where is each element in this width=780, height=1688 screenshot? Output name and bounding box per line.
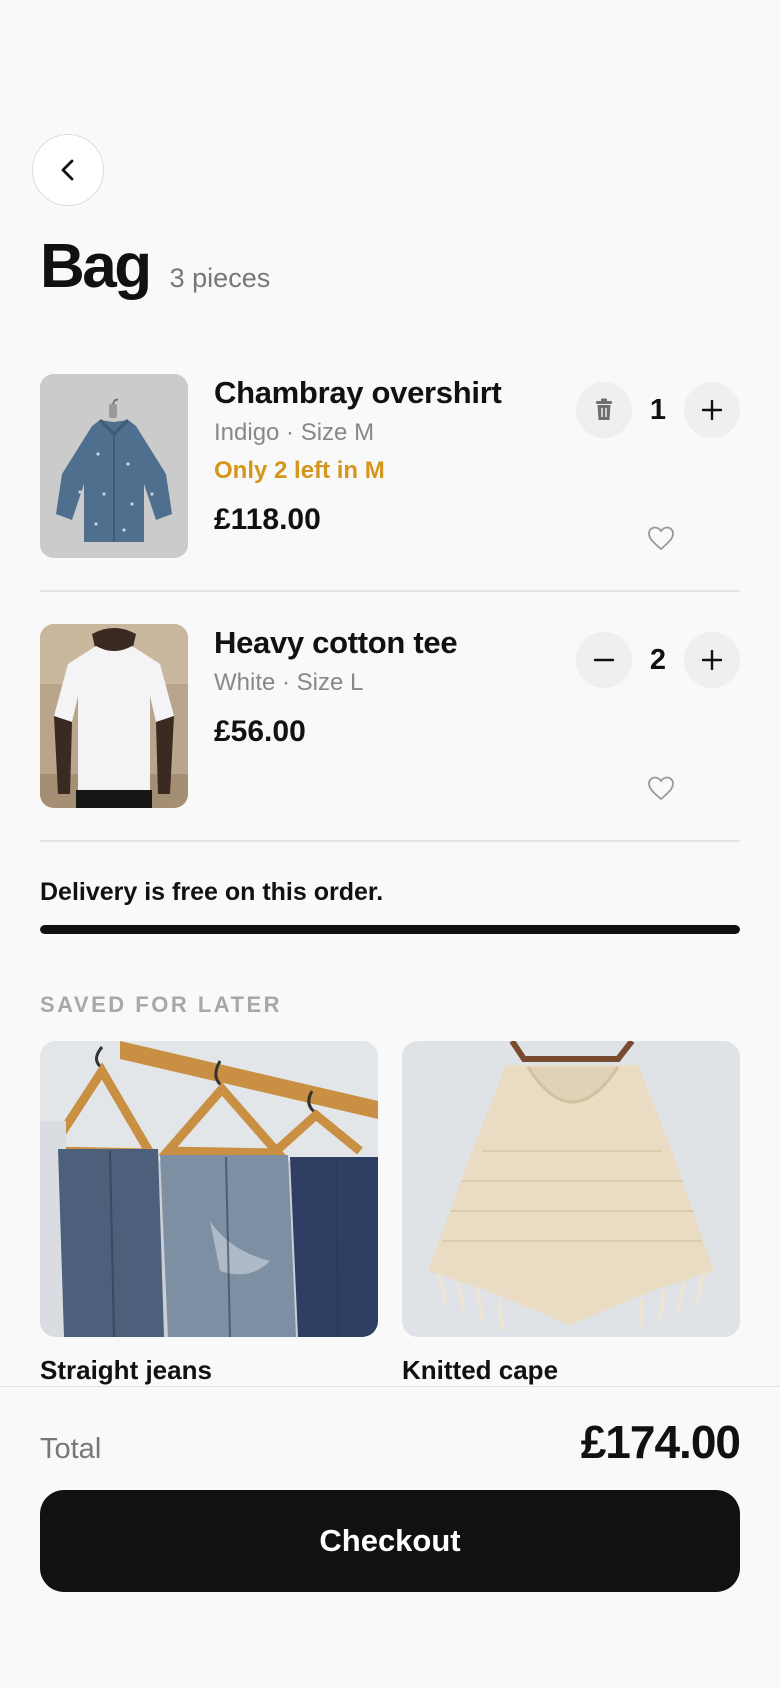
saved-item-name: Straight jeans [40, 1355, 212, 1385]
remove-item-button[interactable] [576, 382, 632, 438]
white-tee-photo [40, 624, 188, 808]
delivery-progress-bar [40, 925, 740, 934]
checkout-button[interactable]: Checkout [40, 1490, 740, 1592]
low-stock-note: Only 2 left in M [214, 457, 385, 485]
denim-shirt-photo [40, 374, 188, 558]
item-variant: White · Size L [214, 669, 364, 697]
bag-item: Chambray overshirt Indigo · Size M Only … [40, 374, 740, 558]
item-name[interactable]: Heavy cotton tee [214, 624, 458, 661]
page-title: Bag [40, 232, 152, 301]
chevron-left-icon [61, 159, 74, 181]
quantity-value: 2 [649, 643, 667, 676]
item-image[interactable] [40, 374, 188, 558]
back-button[interactable] [32, 134, 104, 206]
saved-item-image[interactable] [40, 1041, 378, 1337]
total-label: Total [40, 1433, 102, 1465]
saved-item-name: Knitted cape [402, 1355, 559, 1385]
saved-item[interactable]: Knitted cape [402, 1041, 740, 1386]
divider [40, 590, 740, 592]
delivery-message: Delivery is free on this order. [40, 878, 384, 906]
total-value: £174.00 [580, 1416, 741, 1468]
item-image[interactable] [40, 624, 188, 808]
item-count: 3 pieces [169, 263, 271, 293]
minus-icon [593, 658, 615, 662]
decrease-quantity-button[interactable] [576, 632, 632, 688]
delivery-progress-fill [40, 925, 740, 934]
plus-icon [701, 649, 723, 671]
divider [40, 840, 740, 842]
saved-section-heading: SAVED FOR LATER [40, 992, 283, 1017]
bag-item: Heavy cotton tee White · Size L £56.00 2 [40, 624, 740, 808]
quantity-stepper: 1 [576, 382, 740, 438]
saved-item-image[interactable] [402, 1041, 740, 1337]
item-name[interactable]: Chambray overshirt [214, 374, 502, 411]
increase-quantity-button[interactable] [684, 382, 740, 438]
heart-outline-icon [648, 526, 674, 551]
page-header: Bag 3 pieces [40, 236, 270, 298]
favorite-button[interactable] [646, 774, 676, 802]
knitted-cape-photo [402, 1041, 740, 1337]
jeans-on-hangers-photo [40, 1041, 378, 1337]
item-price: £56.00 [214, 715, 306, 749]
plus-icon [701, 399, 723, 421]
saved-item[interactable]: Straight jeans [40, 1041, 378, 1386]
increase-quantity-button[interactable] [684, 632, 740, 688]
trash-icon [596, 398, 612, 420]
quantity-stepper: 2 [576, 632, 740, 688]
item-price: £118.00 [214, 503, 321, 537]
favorite-button[interactable] [646, 524, 676, 552]
heart-outline-icon [648, 776, 674, 801]
checkout-footer: Total £174.00 Checkout [0, 1386, 780, 1688]
item-variant: Indigo · Size M [214, 419, 375, 447]
quantity-value: 1 [649, 393, 667, 426]
item-details: Heavy cotton tee White · Size L £56.00 [214, 624, 458, 749]
item-details: Chambray overshirt Indigo · Size M Only … [214, 374, 502, 537]
